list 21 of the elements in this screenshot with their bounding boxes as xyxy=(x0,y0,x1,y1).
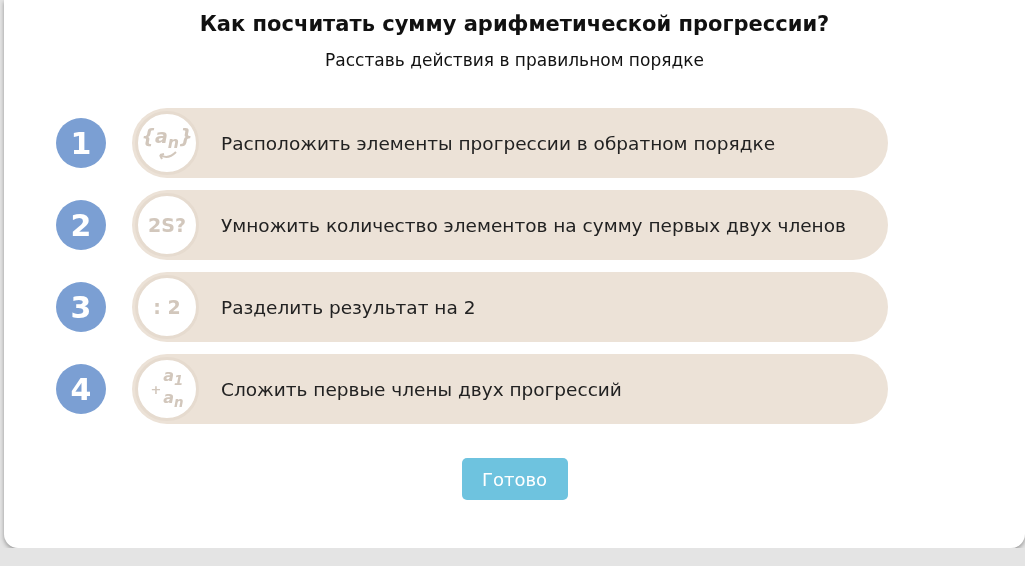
step-card[interactable]: 2S? Умножить количество элементов на сумму первых двух членов xyxy=(132,190,888,260)
symbol-text: : 2 xyxy=(153,296,181,318)
step-text: Сложить первые члены двух прогрессий xyxy=(221,378,622,400)
step-number: 3 xyxy=(56,282,106,332)
step-card[interactable]: + a$_{1}$ a$_{n}$ Сложить первые члены двух прогрессий xyxy=(132,354,888,424)
step-text: Расположить элементы прогрессии в обратном порядке xyxy=(221,132,776,154)
symbol-text: a$_{1}$ xyxy=(163,367,184,389)
question-title: Как посчитать сумму арифметической прогрессии? xyxy=(199,12,830,36)
plus-sign: + xyxy=(150,382,162,396)
step-number: 1 xyxy=(56,118,106,168)
step-card[interactable]: {a$_{n}$} Расположить элементы прогрессии в обратном порядке xyxy=(132,108,888,178)
curved-arrow-icon xyxy=(156,151,178,161)
symbol-text: a$_{n}$ xyxy=(163,389,184,411)
step-number: 4 xyxy=(56,364,106,414)
instruction-text: Расставь действия в правильном порядке xyxy=(325,50,704,70)
step-number: 2 xyxy=(56,200,106,250)
step-text: Умножить количество элементов на сумму первых двух членов xyxy=(221,214,846,236)
symbol-text: {a$_{n}$} xyxy=(141,125,193,152)
step-text: Разделить результат на 2 xyxy=(221,296,476,318)
step-card[interactable]: : 2 Разделить результат на 2 xyxy=(132,272,888,342)
symbol-text: 2S? xyxy=(148,214,186,236)
